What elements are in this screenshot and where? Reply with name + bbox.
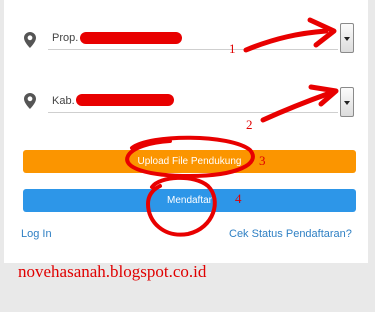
arrow-1	[243, 28, 329, 53]
annotation-number-1: 1	[229, 41, 236, 56]
watermark-text: novehasanah.blogspot.co.id	[18, 262, 207, 281]
annotation-number-4: 4	[235, 191, 242, 206]
circle-register	[146, 175, 217, 237]
annotation-number-2: 2	[246, 117, 253, 132]
circle-upload	[125, 135, 255, 178]
arrow-2	[260, 90, 333, 123]
annotation-number-3: 3	[259, 153, 266, 168]
